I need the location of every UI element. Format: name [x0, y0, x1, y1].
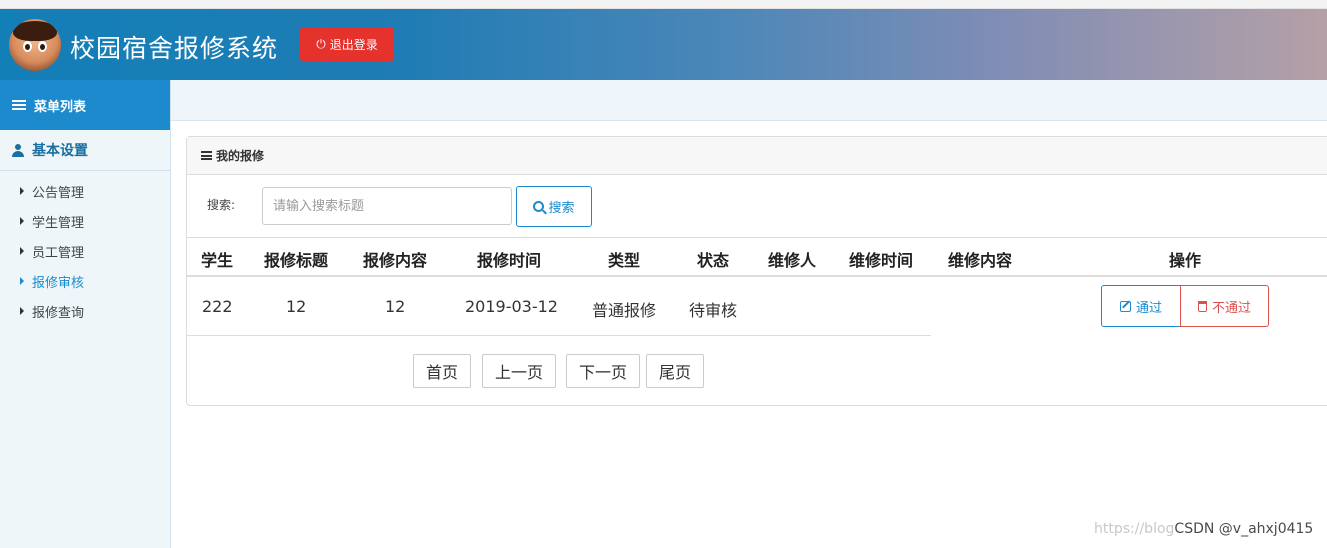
sidebar-item-repair-review[interactable]: 报修审核 — [0, 266, 170, 296]
column-header-actions: 操作 — [1169, 251, 1202, 270]
column-header-student: 学生 — [201, 251, 234, 270]
sidebar-item-repair-query[interactable]: 报修查询 — [0, 296, 170, 326]
list-icon — [12, 99, 26, 111]
watermark-strong: CSDN @v_ahxj0415 — [1174, 521, 1314, 537]
search-button-label: 搜索 — [548, 201, 575, 216]
power-icon: ⏻ — [316, 36, 326, 51]
sidebar-item-label: 学生管理 — [32, 215, 85, 231]
caret-right-icon — [20, 277, 24, 285]
approve-label: 通过 — [1135, 300, 1162, 316]
search-label: 搜索: — [207, 198, 236, 212]
cell-time: 2019-03-12 — [465, 297, 558, 316]
avatar — [9, 19, 61, 71]
sidebar-item-label: 员工管理 — [32, 245, 85, 261]
browser-tab-strip — [0, 0, 1327, 9]
column-header-repair-content: 维修内容 — [948, 251, 1013, 270]
caret-right-icon — [20, 247, 24, 255]
content-topbar — [171, 80, 1327, 121]
bars-icon — [201, 151, 212, 160]
column-header-title: 报修标题 — [264, 251, 329, 270]
column-header-repairer: 维修人 — [768, 251, 817, 270]
menu-header: 菜单列表 — [0, 80, 170, 130]
column-header-type: 类型 — [608, 251, 641, 270]
cell-title: 12 — [286, 297, 307, 316]
sidebar-item-label: 报修查询 — [32, 305, 85, 321]
search-icon — [533, 201, 545, 212]
user-icon — [12, 143, 24, 157]
cell-content: 12 — [385, 297, 406, 316]
sidebar-item-students[interactable]: 学生管理 — [0, 206, 170, 236]
repair-panel: 我的报修 搜索: 搜索 学生 报修标题 报修内容 报修时间 类型 状态 维修人 … — [186, 136, 1327, 406]
cell-type: 普通报修 — [592, 301, 657, 320]
pagination-first-button[interactable]: 首页 — [413, 354, 471, 388]
caret-right-icon — [20, 187, 24, 195]
panel-header: 我的报修 — [187, 137, 1327, 175]
caret-right-icon — [20, 307, 24, 315]
cell-student: 222 — [202, 297, 233, 316]
section-title: 基本设置 — [32, 143, 88, 159]
column-header-time: 报修时间 — [477, 251, 542, 270]
search-button[interactable]: 搜索 — [516, 186, 592, 227]
cell-status: 待审核 — [689, 301, 738, 320]
column-header-content: 报修内容 — [363, 251, 428, 270]
sidebar-item-label: 报修审核 — [32, 275, 85, 291]
trash-icon — [1197, 300, 1207, 312]
watermark: https://blogCSDN @v_ahxj0415 — [1094, 521, 1313, 537]
pagination-next-button[interactable]: 下一页 — [566, 354, 640, 388]
sidebar-section-basic-settings[interactable]: 基本设置 — [0, 130, 170, 171]
pagination-prev-button[interactable]: 上一页 — [482, 354, 556, 388]
logout-button[interactable]: ⏻ 退出登录 — [300, 27, 394, 61]
sidebar-item-staff[interactable]: 员工管理 — [0, 236, 170, 266]
header-divider — [187, 275, 1327, 277]
approve-button[interactable]: 通过 — [1101, 285, 1181, 327]
panel-title: 我的报修 — [216, 149, 265, 163]
table-top-border — [187, 237, 1327, 238]
menu-title: 菜单列表 — [34, 99, 87, 115]
sidebar-item-label: 公告管理 — [32, 185, 85, 201]
reject-button[interactable]: 不通过 — [1180, 285, 1269, 327]
search-input[interactable] — [262, 187, 512, 225]
column-header-status: 状态 — [697, 251, 730, 270]
sidebar-item-announcements[interactable]: 公告管理 — [0, 176, 170, 206]
row-divider — [187, 335, 931, 336]
column-header-repair-time: 维修时间 — [849, 251, 914, 270]
caret-right-icon — [20, 217, 24, 225]
app-title: 校园宿舍报修系统 — [70, 34, 279, 63]
reject-label: 不通过 — [1211, 300, 1251, 316]
sidebar: 菜单列表 基本设置 公告管理 学生管理 员工管理 报修审核 报修查询 — [0, 80, 171, 548]
watermark-faint: https://blog — [1094, 521, 1175, 537]
edit-icon — [1119, 300, 1131, 312]
app-header: 校园宿舍报修系统 ⏻ 退出登录 — [0, 9, 1327, 80]
pagination-last-button[interactable]: 尾页 — [646, 354, 704, 388]
logout-label: 退出登录 — [329, 37, 378, 52]
